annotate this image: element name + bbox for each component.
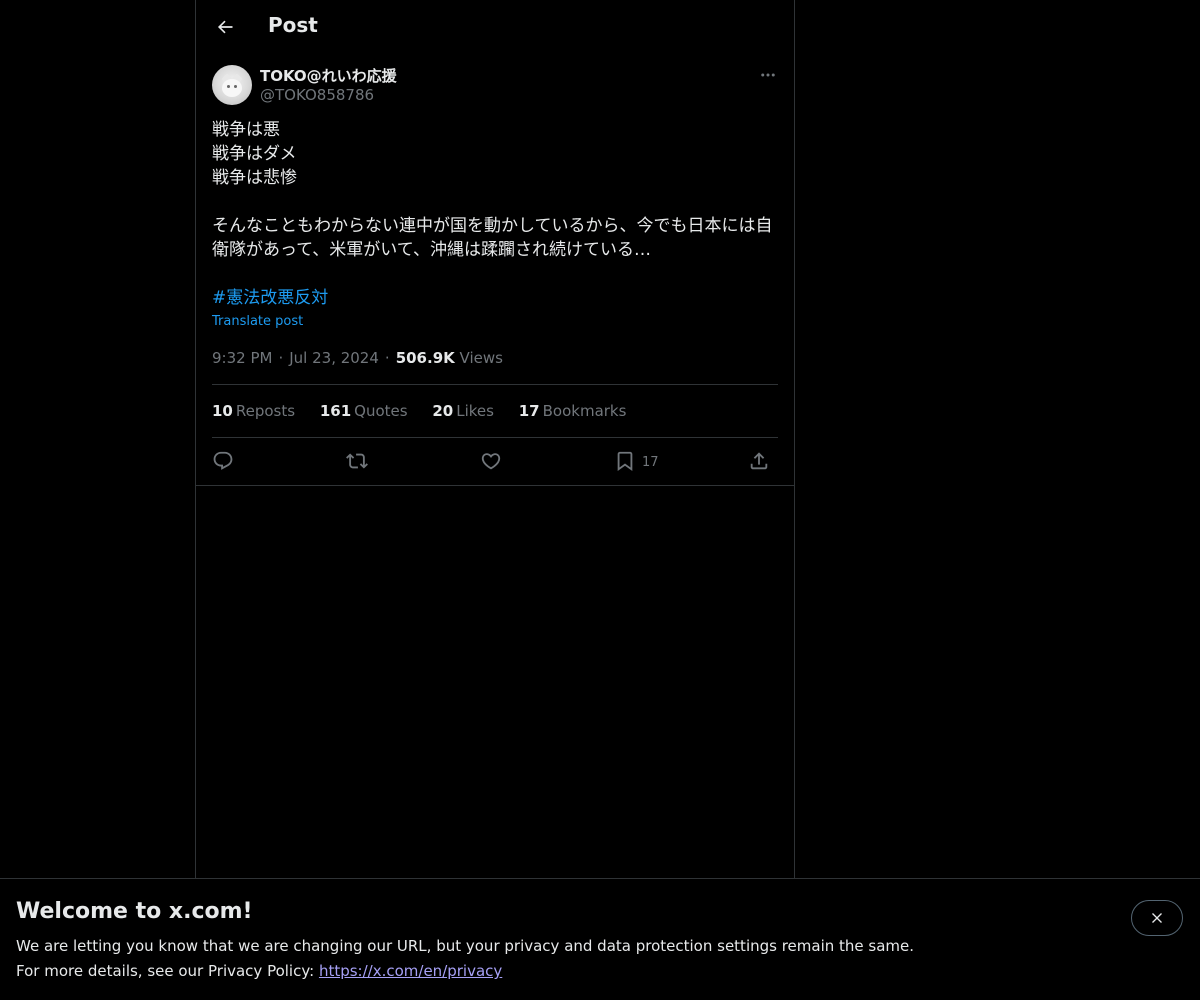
repost-button[interactable] [346,449,368,473]
bookmark-button[interactable]: 17 [614,449,659,473]
banner-title: Welcome to x.com! [16,899,253,924]
translate-post-link[interactable]: Translate post [212,314,303,329]
page-title: Post [268,13,318,37]
post-meta: 9:32 PM · Jul 23, 2024 · 506.9K Views [212,349,503,367]
reply-icon [213,451,233,470]
more-options-button[interactable] [756,64,780,86]
likes-stat[interactable]: 20 Likes [432,402,494,420]
banner-details: For more details, see our Privacy Policy… [16,962,503,980]
bookmark-count: 17 [642,454,659,470]
bookmarks-stat[interactable]: 17 Bookmarks [519,402,627,420]
author-handle[interactable]: @TOKO858786 [260,86,374,104]
reply-button[interactable] [212,449,234,473]
views-label: Views [459,349,503,367]
banner-message: We are letting you know that we are chan… [16,937,915,955]
post-header: Post [196,0,794,54]
post-text: 戦争は悪 戦争はダメ 戦争は悲惨 そんなこともわからない連中が国を動かしているか… [212,118,778,262]
like-button[interactable] [480,449,502,473]
post-actions: 17 [212,449,778,473]
back-button[interactable] [208,10,242,44]
divider [212,437,778,438]
post-text-line: そんなこともわからない連中が国を動かしているから、今でも日本には自衛隊があって、… [212,216,773,260]
privacy-policy-link[interactable]: https://x.com/en/privacy [319,962,502,980]
post-text-line [212,190,778,214]
author-display-name[interactable]: TOKO@れいわ応援 [260,65,397,86]
post-text-line: 戦争はダメ [212,144,297,164]
quotes-stat[interactable]: 161 Quotes [320,402,408,420]
bookmark-icon [617,451,633,472]
arrow-left-icon [217,20,233,34]
more-horizontal-icon [761,73,775,77]
repost-icon [346,453,368,469]
post-column: Post TOKO@れいわ応援 @TOKO858786 戦争は悪 戦争はダメ 戦… [195,0,795,1000]
post-text-line: 戦争は悪 [212,120,280,140]
post-time[interactable]: 9:32 PM [212,349,272,367]
avatar[interactable] [212,65,252,105]
divider [196,485,794,486]
views-count: 506.9K [395,349,455,367]
divider [212,384,778,385]
reposts-stat[interactable]: 10 Reposts [212,402,295,420]
post-author: TOKO@れいわ応援 @TOKO858786 [212,64,778,108]
heart-icon [481,453,501,470]
hashtag-link[interactable]: #憲法改悪反対 [212,286,328,310]
close-banner-button[interactable] [1131,900,1183,936]
post-date[interactable]: Jul 23, 2024 [289,349,379,367]
post-stats: 10 Reposts 161 Quotes 20 Likes 17 Bookmarks [212,402,646,420]
share-button[interactable] [748,449,770,473]
close-icon [1152,913,1162,923]
url-change-banner: Welcome to x.com! We are letting you kno… [0,878,1200,1000]
post-text-line: 戦争は悲惨 [212,168,297,188]
share-icon [750,452,768,470]
